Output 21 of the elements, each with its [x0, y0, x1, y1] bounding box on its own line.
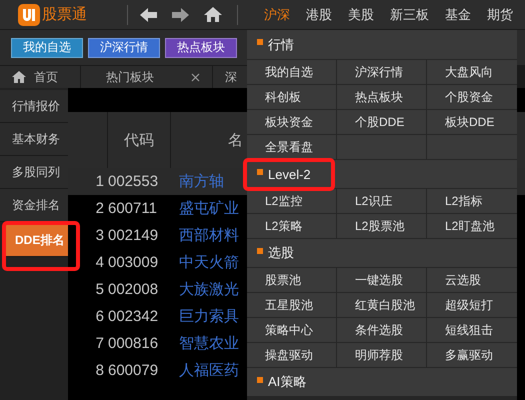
stock-code: 600711: [108, 200, 158, 217]
row-number: 6: [94, 308, 105, 325]
app-name: 股票通: [42, 5, 87, 24]
row-number: 2: [94, 200, 105, 217]
row-number: 5: [94, 281, 105, 298]
menu-section-title: 行情: [268, 36, 294, 54]
row-number: 4: [94, 254, 105, 271]
stock-code: 000816: [108, 335, 160, 352]
menu-section-title: AI策略: [268, 373, 306, 391]
stock-code: 002553: [108, 173, 160, 190]
row-number: 8: [94, 362, 105, 379]
menu-section-title: Level-2: [268, 166, 311, 182]
stock-code: 002149: [108, 227, 160, 244]
row-number: 3: [94, 227, 105, 244]
stock-code: 003009: [108, 254, 160, 271]
row-number: 1: [94, 173, 105, 190]
stock-code: 002008: [108, 281, 160, 298]
menu-section-title: 选股: [268, 244, 294, 262]
row-number: 7: [94, 335, 105, 352]
stock-code: 002342: [108, 308, 160, 325]
stock-code: 600079: [108, 362, 160, 379]
